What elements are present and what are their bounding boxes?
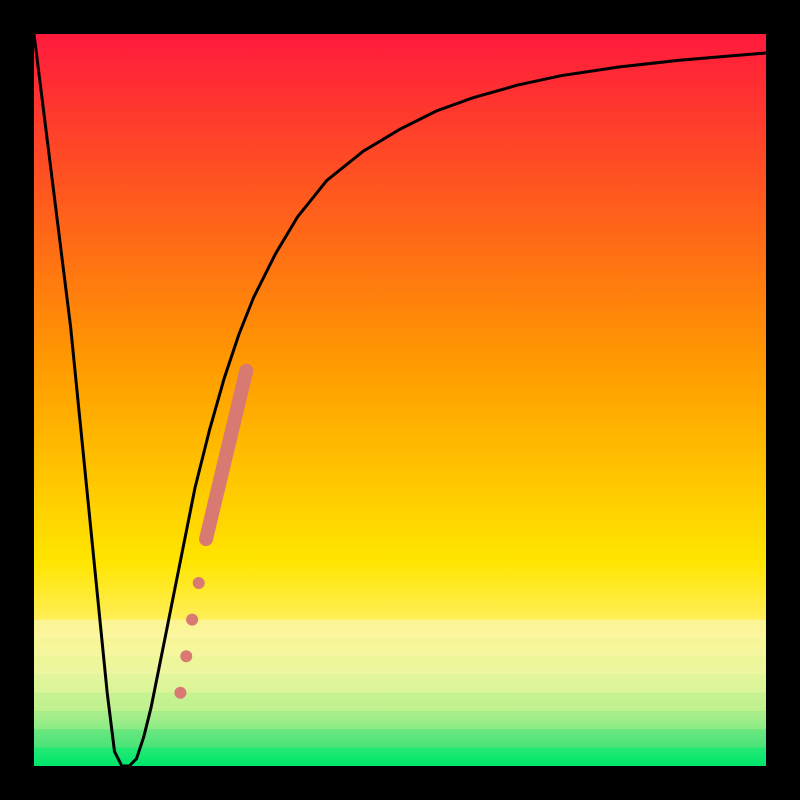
gradient-bands <box>34 620 766 767</box>
frame-border <box>0 0 34 800</box>
chart-frame: TheBottleneck.com <box>0 0 800 800</box>
frame-border <box>0 0 800 34</box>
frame-border <box>0 766 800 800</box>
bottleneck-chart <box>0 0 800 800</box>
frame-border <box>766 0 800 800</box>
